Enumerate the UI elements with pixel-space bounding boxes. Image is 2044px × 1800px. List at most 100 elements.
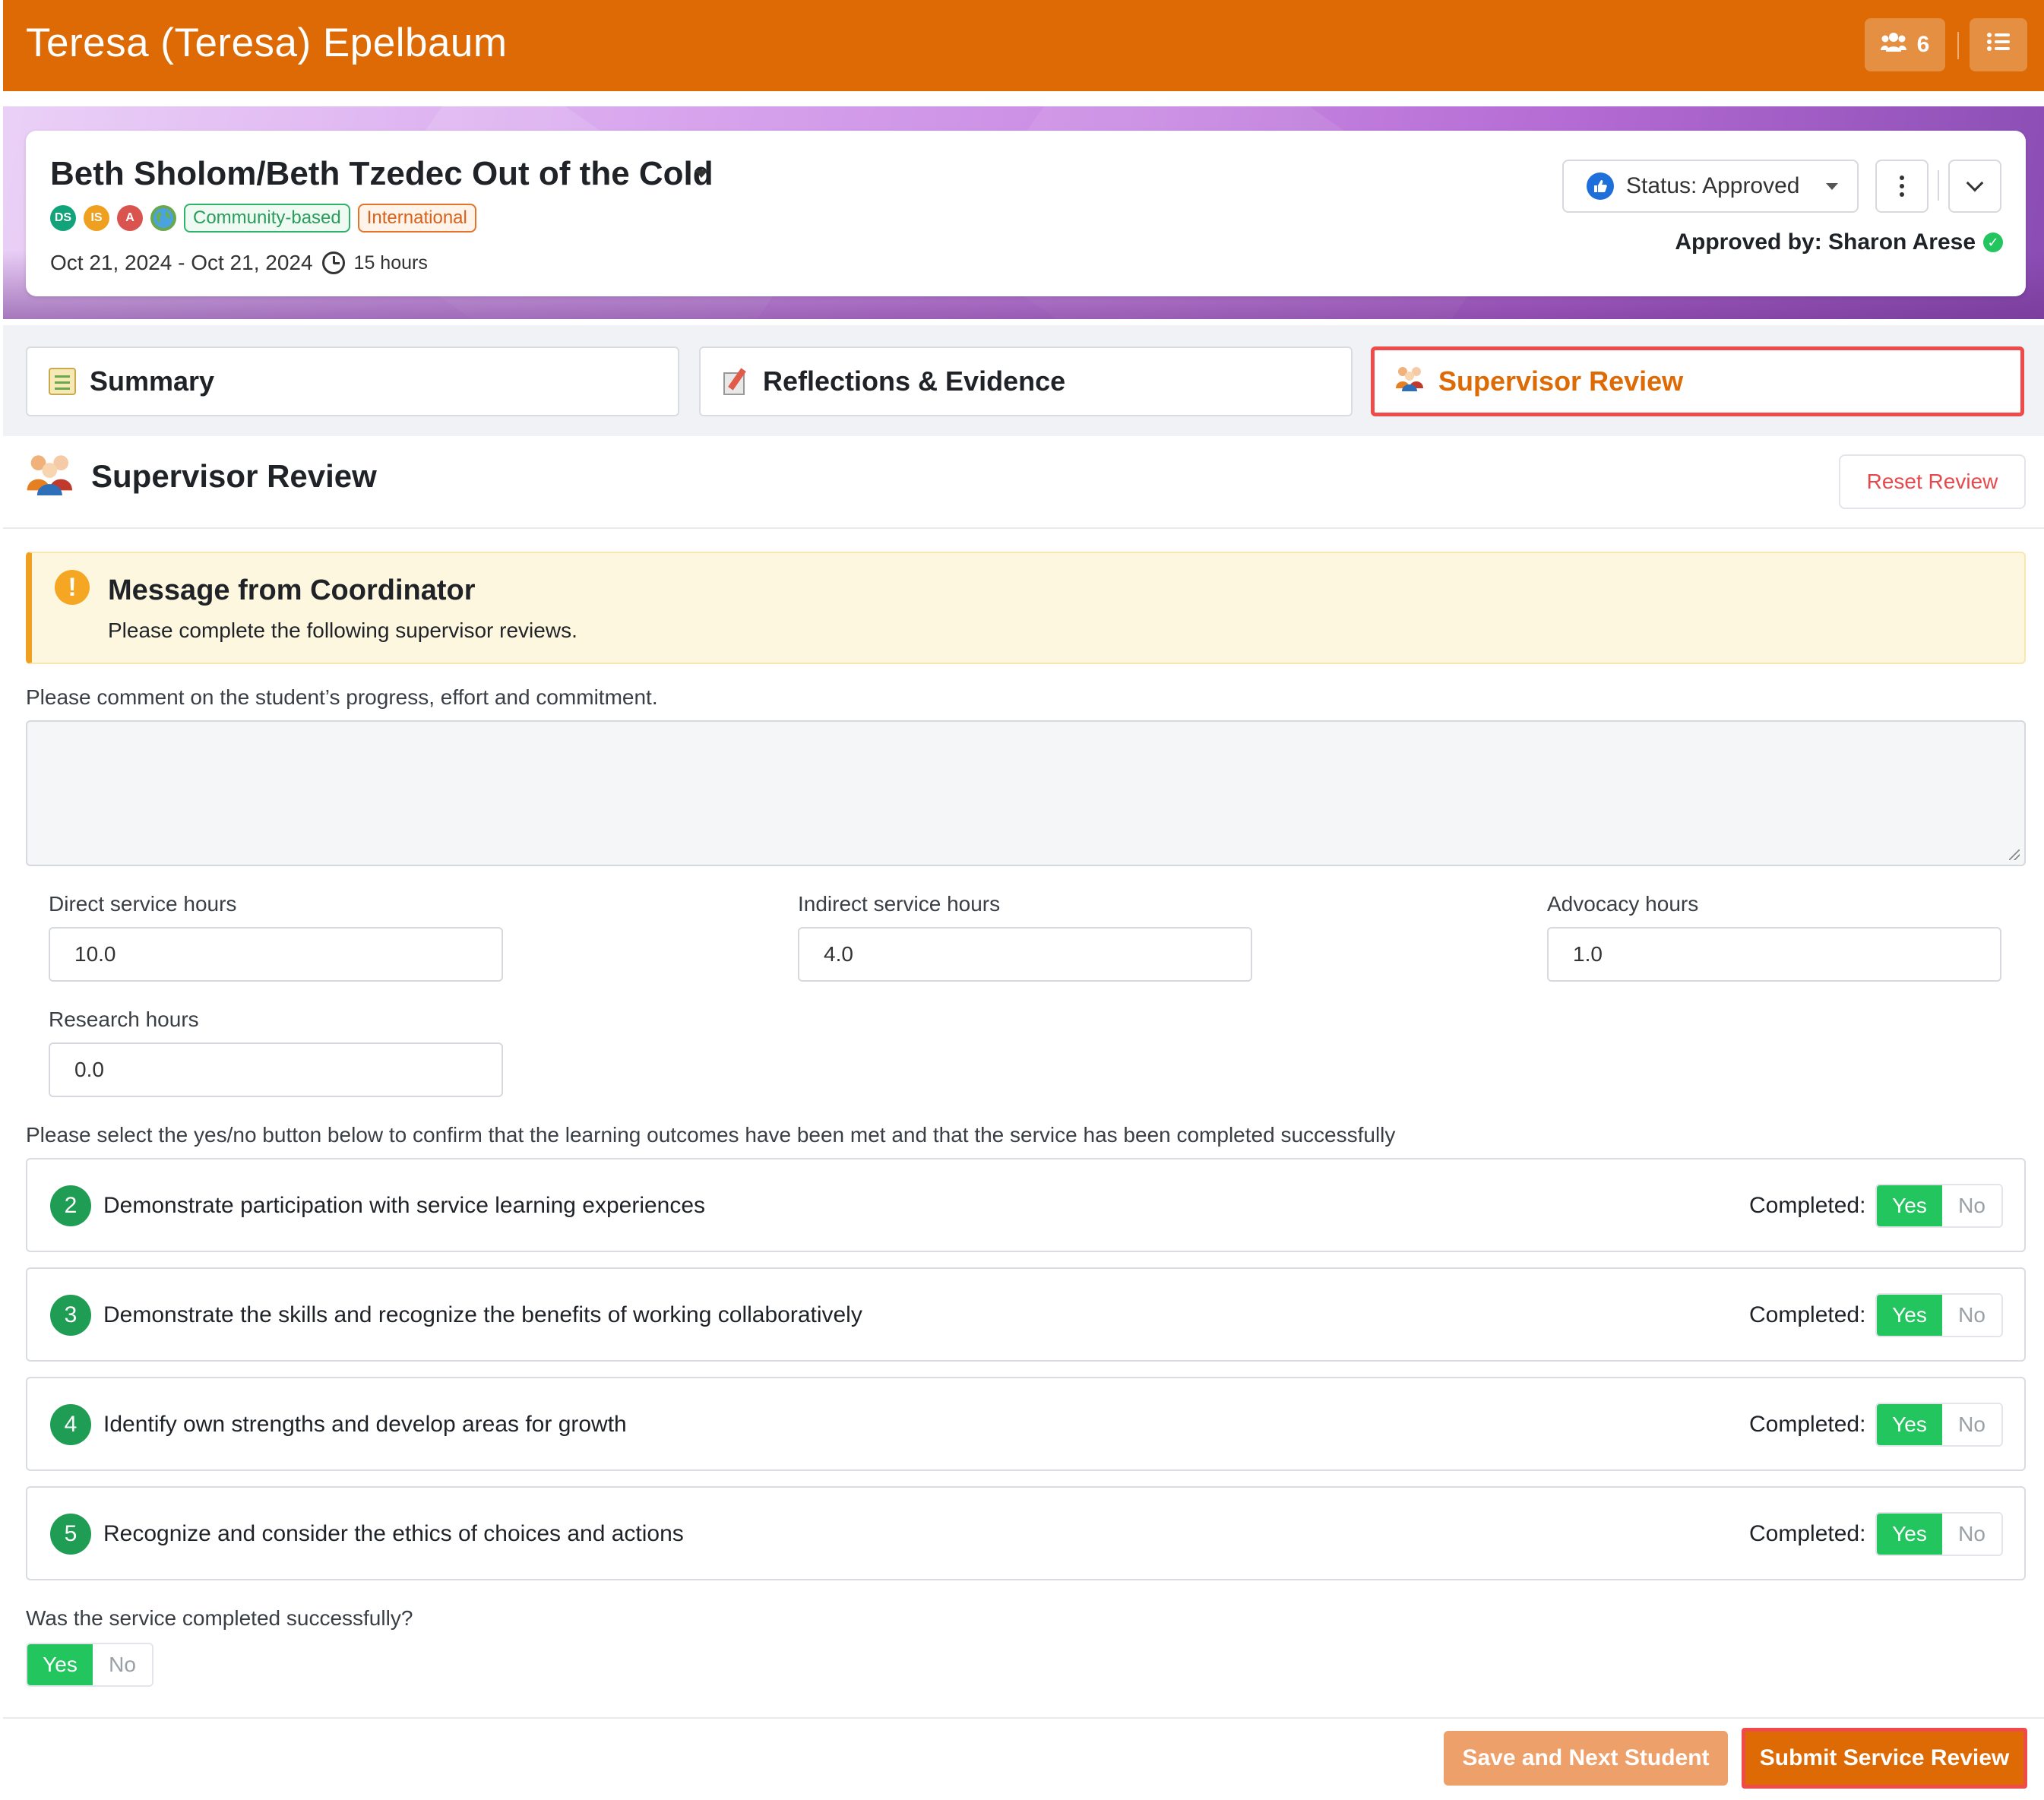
avatar-a: A — [117, 205, 143, 231]
summary-icon — [49, 368, 76, 395]
outcome-number: 2 — [50, 1185, 91, 1226]
outcome-row: 5 Recognize and consider the ethics of c… — [26, 1486, 2026, 1580]
status-dropdown[interactable]: Status: Approved — [1562, 160, 1859, 213]
members-button[interactable]: 6 — [1865, 18, 1945, 71]
tab-label: Summary — [90, 365, 215, 397]
project-hours: 15 hours — [353, 251, 428, 274]
comment-prompt: Please comment on the student’s progress… — [26, 685, 658, 709]
direct-hours-label: Direct service hours — [49, 892, 237, 916]
resize-handle-icon[interactable] — [2009, 849, 2020, 860]
yes-button[interactable]: Yes — [1877, 1185, 1942, 1226]
avatar-ds: DS — [50, 205, 76, 231]
advocacy-hours-input[interactable]: 1.0 — [1547, 927, 2001, 982]
comment-textarea[interactable] — [26, 720, 2026, 866]
success-prompt: Was the service completed successfully? — [26, 1606, 413, 1630]
collapse-button[interactable] — [1948, 160, 2001, 213]
outcome-text: Demonstrate participation with service l… — [103, 1193, 706, 1218]
student-name: Teresa (Teresa) Epelbaum — [26, 21, 508, 65]
tag-international: International — [357, 204, 476, 233]
no-button[interactable]: No — [1942, 1404, 2001, 1445]
outcome-text: Identify own strengths and develop areas… — [103, 1412, 627, 1437]
caret-down-icon — [1825, 182, 1838, 190]
yes-button[interactable]: Yes — [1877, 1295, 1942, 1336]
footer-divider — [3, 1717, 2044, 1719]
kebab-dot — [1900, 176, 1904, 180]
project-title[interactable]: Beth Sholom/Beth Tzedec Out of the Cold — [50, 155, 714, 193]
supervisor-icon — [26, 453, 76, 499]
section-title: Supervisor Review — [91, 457, 377, 494]
exclamation-icon: ! — [55, 570, 90, 605]
check-circle-icon: ✓ — [1983, 233, 2003, 252]
reset-review-button[interactable]: Reset Review — [1839, 454, 2026, 509]
outcome-text: Recognize and consider the ethics of cho… — [103, 1521, 684, 1546]
section-header: Supervisor Review — [26, 453, 377, 499]
project-card: Beth Sholom/Beth Tzedec Out of the Cold … — [26, 131, 2026, 296]
coordinator-message: ! Message from Coordinator Please comple… — [26, 552, 2026, 664]
tab-summary[interactable]: Summary — [26, 346, 679, 416]
outcome-text: Demonstrate the skills and recognize the… — [103, 1302, 862, 1327]
indirect-hours-label: Indirect service hours — [798, 892, 1001, 916]
completed-label: Completed: — [1749, 1193, 1866, 1218]
header-divider — [1957, 32, 1959, 59]
approved-by: Approved by: Sharon Arese ✓ — [1675, 229, 2003, 255]
no-button[interactable]: No — [1942, 1185, 2001, 1226]
research-hours-label: Research hours — [49, 1008, 199, 1031]
completed-label: Completed: — [1749, 1521, 1866, 1546]
outcomes-prompt: Please select the yes/no button below to… — [26, 1123, 1396, 1147]
members-count: 6 — [1916, 32, 1930, 57]
yes-no-toggle: Yes No — [1875, 1293, 2003, 1337]
tab-label: Supervisor Review — [1438, 365, 1684, 397]
yes-button[interactable]: Yes — [27, 1644, 93, 1685]
thumbs-up-icon — [1587, 172, 1614, 200]
date-range: Oct 21, 2024 - Oct 21, 2024 — [50, 251, 313, 274]
kebab-dot — [1900, 192, 1904, 197]
message-body: Please complete the following supervisor… — [108, 618, 577, 642]
section-divider — [3, 527, 2044, 529]
project-tags: DS IS A Community-based International — [50, 204, 476, 233]
research-hours-input[interactable]: 0.0 — [49, 1042, 503, 1097]
caret-down-icon[interactable] — [695, 170, 708, 178]
chevron-down-icon — [1966, 174, 1984, 192]
outcome-row: 3 Demonstrate the skills and recognize t… — [26, 1267, 2026, 1362]
card-divider — [1938, 170, 1939, 201]
completed-label: Completed: — [1749, 1412, 1866, 1437]
outcome-number: 5 — [50, 1514, 91, 1555]
outcome-number: 3 — [50, 1295, 91, 1336]
advocacy-hours-label: Advocacy hours — [1547, 892, 1699, 916]
kebab-dot — [1900, 184, 1904, 188]
outcome-number: 4 — [50, 1404, 91, 1445]
approved-by-text: Approved by: Sharon Arese — [1675, 229, 1976, 255]
tab-label: Reflections & Evidence — [763, 365, 1066, 397]
save-and-next-button[interactable]: Save and Next Student — [1444, 1731, 1728, 1786]
submit-review-button[interactable]: Submit Service Review — [1742, 1728, 2027, 1789]
no-button[interactable]: No — [1942, 1514, 2001, 1555]
yes-no-toggle: Yes No — [1875, 1512, 2003, 1556]
indirect-hours-input[interactable]: 4.0 — [798, 927, 1252, 982]
yes-button[interactable]: Yes — [1877, 1514, 1942, 1555]
alarm-clock-icon — [321, 251, 345, 274]
status-label: Status: Approved — [1626, 173, 1800, 198]
tab-supervisor-review[interactable]: Supervisor Review — [1371, 346, 2024, 416]
completed-label: Completed: — [1749, 1302, 1866, 1327]
reflections-icon — [722, 368, 749, 395]
outcome-row: 4 Identify own strengths and develop are… — [26, 1377, 2026, 1471]
list-menu-button[interactable] — [1970, 18, 2027, 71]
direct-hours-input[interactable]: 10.0 — [49, 927, 503, 982]
tag-community-based: Community-based — [184, 204, 350, 233]
supervisor-icon — [1396, 365, 1425, 398]
no-button[interactable]: No — [1942, 1295, 2001, 1336]
yes-button[interactable]: Yes — [1877, 1404, 1942, 1445]
app-root: Teresa (Teresa) Epelbaum 6 Beth Sholom/B… — [0, 0, 2044, 1800]
top-bar: Teresa (Teresa) Epelbaum 6 — [3, 0, 2044, 91]
more-options-button[interactable] — [1875, 160, 1929, 213]
yes-no-toggle: Yes No — [1875, 1403, 2003, 1447]
globe-icon — [150, 205, 176, 231]
users-icon — [1880, 32, 1906, 58]
outcome-row: 2 Demonstrate participation with service… — [26, 1158, 2026, 1252]
success-yes-no-toggle: Yes No — [26, 1643, 153, 1687]
list-icon — [1987, 32, 2010, 58]
tab-reflections-evidence[interactable]: Reflections & Evidence — [699, 346, 1353, 416]
avatar-is: IS — [84, 205, 109, 231]
message-title: Message from Coordinator — [108, 574, 476, 606]
no-button[interactable]: No — [93, 1644, 152, 1685]
